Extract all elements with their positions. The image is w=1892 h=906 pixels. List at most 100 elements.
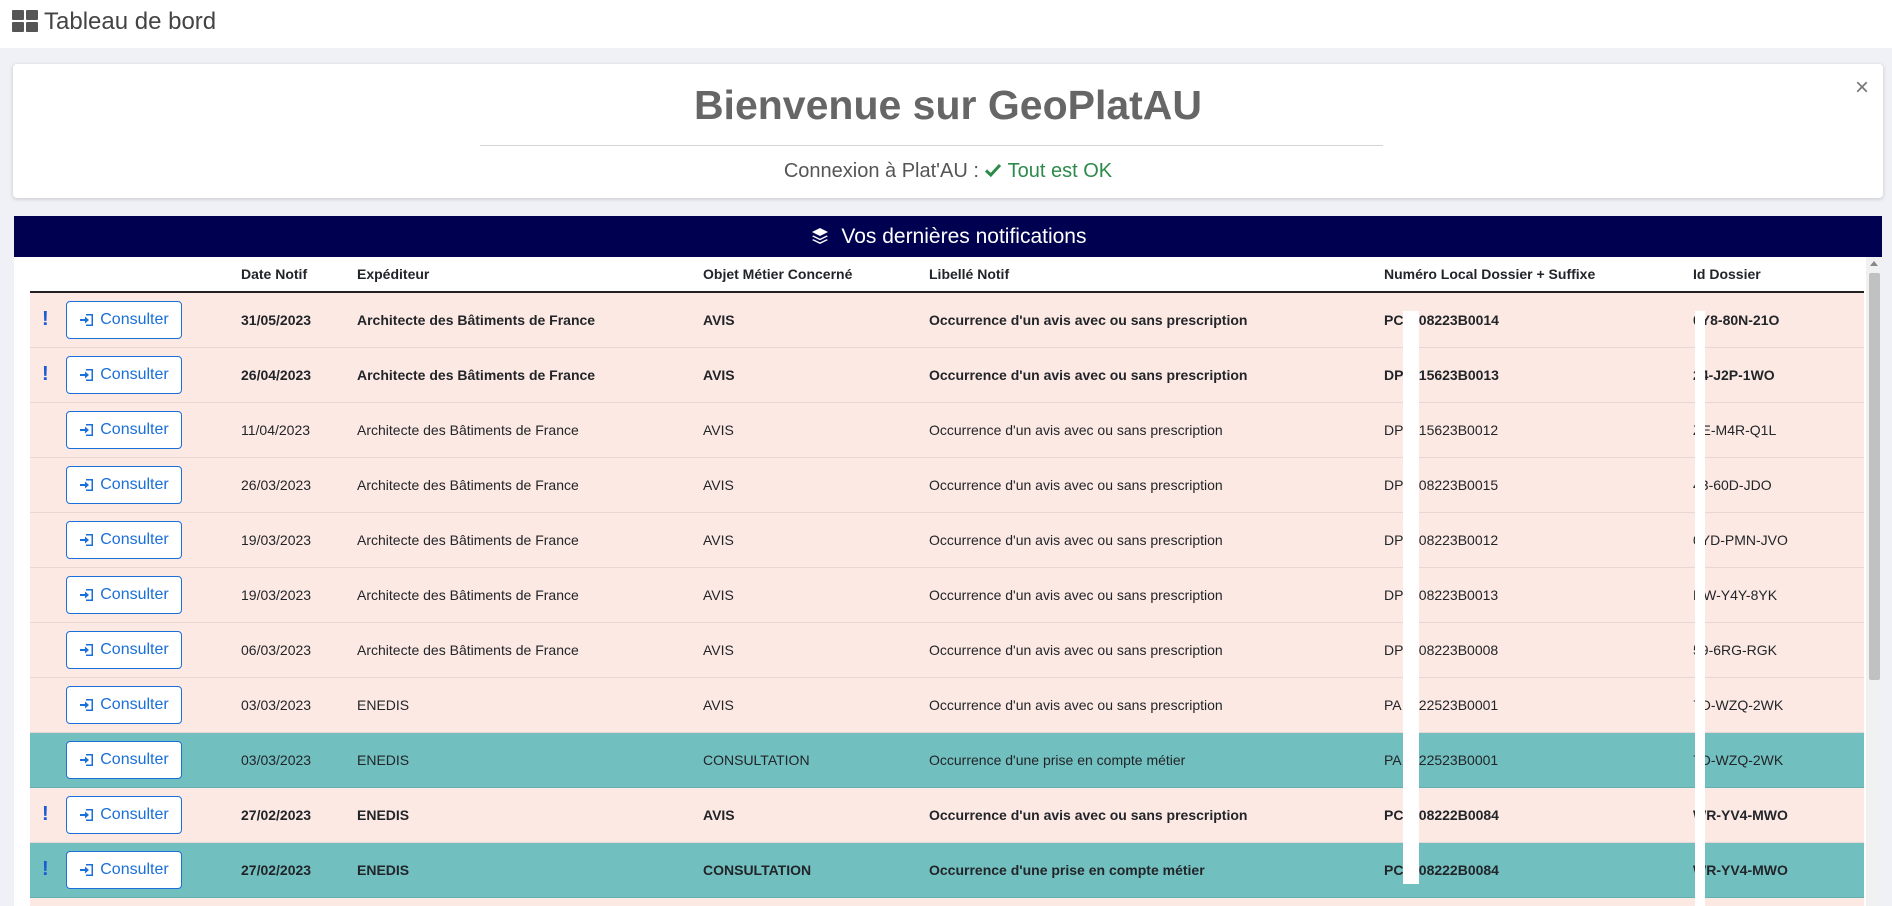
cell-number: 808223B0008 [1411,642,1499,658]
sign-in-icon [80,424,94,436]
table-row[interactable]: Consulter 11/04/2023 Architecte des Bâtime… [30,403,1864,458]
cell-object: AVIS [703,642,734,658]
cell-id: 59-6RG-RGK [1693,642,1778,658]
cell-id: 24-J2P-1WO [1693,367,1775,383]
cell-number-prefix: PA [1384,752,1402,768]
cell-id: WR-YV4-MWO [1693,862,1788,878]
consulter-button[interactable]: Consulter [66,576,182,614]
cell-sender: Architecte des Bâtiments de France [357,477,579,493]
cell-number: 822523B0001 [1411,697,1499,713]
consulter-button[interactable]: Consulter [66,796,182,834]
table-row[interactable]: ! Consulter 31/05/2023 Architecte des Bâtim… [30,293,1864,348]
consulter-label: Consulter [100,861,169,878]
cell-date: 26/04/2023 [241,367,312,383]
sign-in-icon [80,699,94,711]
cell-sender: Architecte des Bâtiments de France [357,422,579,438]
cell-date: 27/02/2023 [241,862,312,878]
table-body: ! Consulter 31/05/2023 Architecte des Bâtim… [30,293,1864,898]
cell-sender: Architecte des Bâtiments de France [357,532,579,548]
table-row[interactable]: ! Consulter 27/02/2023 ENEDIS AVIS Occurrence… [30,788,1864,843]
close-icon[interactable]: × [1855,76,1869,100]
consulter-button[interactable]: Consulter [66,521,182,559]
cell-id: WR-YV4-MWO [1693,807,1788,823]
cell-label: Occurrence d'un avis avec ou sans prescr… [929,422,1223,438]
notifications-table: Date Notif Expéditeur Objet Métier Conce… [14,257,1882,906]
connection-status-text: Tout est OK [1007,160,1113,182]
cell-object: AVIS [703,807,735,823]
col-id[interactable]: Id Dossier [1693,266,1761,282]
connection-status-value: Tout est OK [984,160,1112,182]
col-label[interactable]: Libellé Notif [929,266,1009,282]
cell-object: AVIS [703,587,734,603]
cell-sender: ENEDIS [357,752,410,768]
col-object[interactable]: Objet Métier Concerné [703,266,852,282]
cell-date: 26/03/2023 [241,477,312,493]
cell-label: Occurrence d'un avis avec ou sans prescr… [929,642,1223,658]
cell-object: AVIS [703,532,734,548]
table-row[interactable]: Consulter 26/03/2023 Architecte des Bâtime… [30,458,1864,513]
col-local-number[interactable]: Numéro Local Dossier + Suffixe [1384,266,1595,282]
table-row[interactable] [30,898,1864,906]
consulter-label: Consulter [100,806,169,823]
cell-sender: ENEDIS [357,697,410,713]
consulter-label: Consulter [100,366,169,383]
unread-marker: ! [42,803,49,825]
cell-number: 815623B0012 [1411,422,1499,438]
cell-date: 27/02/2023 [241,807,312,823]
cell-object: CONSULTATION [703,862,812,878]
consulter-button[interactable]: Consulter [66,851,182,889]
cell-number-prefix: DP [1384,587,1404,603]
consulter-button[interactable]: Consulter [66,466,182,504]
cell-sender: Architecte des Bâtiments de France [357,642,579,658]
table-row[interactable]: Consulter 03/03/2023 ENEDIS AVIS Occurrence … [30,678,1864,733]
cell-number: 808223B0012 [1411,532,1499,548]
table-row[interactable]: Consulter 19/03/2023 Architecte des Bâtime… [30,513,1864,568]
consulter-button[interactable]: Consulter [66,411,182,449]
consulter-label: Consulter [100,641,169,658]
cell-object: AVIS [703,367,735,383]
cell-number-prefix: PC [1384,312,1404,328]
table-header: Date Notif Expéditeur Objet Métier Conce… [30,257,1864,293]
col-sender[interactable]: Expéditeur [357,266,429,282]
cell-label: Occurrence d'un avis avec ou sans prescr… [929,697,1223,713]
cell-label: Occurrence d'un avis avec ou sans prescr… [929,532,1223,548]
sign-in-icon [80,369,94,381]
consulter-button[interactable]: Consulter [66,631,182,669]
col-date[interactable]: Date Notif [241,266,307,282]
sign-in-icon [80,479,94,491]
cell-date: 31/05/2023 [241,312,312,328]
table-row[interactable]: Consulter 19/03/2023 Architecte des Bâtime… [30,568,1864,623]
cell-id: 7D-WZQ-2WK [1693,752,1784,768]
scroll-up-icon[interactable] [1870,261,1878,266]
consulter-button[interactable]: Consulter [66,741,182,779]
cell-number: 822523B0001 [1411,752,1499,768]
table-row[interactable]: ! Consulter 26/04/2023 Architecte des Bâtim… [30,348,1864,403]
cell-sender: ENEDIS [357,862,410,878]
notifications-header: Vos dernières notifications [14,216,1882,257]
sign-in-icon [80,534,94,546]
cell-date: 03/03/2023 [241,697,312,713]
consulter-button[interactable]: Consulter [66,686,182,724]
cell-number: 808222B0084 [1411,862,1499,878]
cell-label: Occurrence d'un avis avec ou sans prescr… [929,367,1248,383]
redaction-bar [1403,311,1419,884]
cell-sender: Architecte des Bâtiments de France [357,587,579,603]
cell-object: AVIS [703,312,735,328]
table-row[interactable]: ! Consulter 27/02/2023 ENEDIS CONSULTATION Oc… [30,843,1864,898]
table-row[interactable]: Consulter 06/03/2023 Architecte des Bâtime… [30,623,1864,678]
consulter-button[interactable]: Consulter [66,356,182,394]
cell-number-prefix: PC [1384,807,1404,823]
cell-id: NW-Y4Y-8YK [1693,587,1778,603]
cell-id: ZE-M4R-Q1L [1693,422,1777,438]
sign-in-icon [80,809,94,821]
cell-label: Occurrence d'une prise en compte métier [929,752,1186,768]
vertical-scrollbar[interactable] [1866,257,1882,906]
check-icon [985,163,1002,178]
scrollbar-thumb[interactable] [1869,273,1880,680]
cell-label: Occurrence d'un avis avec ou sans prescr… [929,587,1223,603]
cell-sender: ENEDIS [357,807,410,823]
table-row[interactable]: Consulter 03/03/2023 ENEDIS CONSULTATION Occ… [30,733,1864,788]
grid-dashboard-icon [12,10,38,32]
consulter-label: Consulter [100,311,169,328]
consulter-button[interactable]: Consulter [66,301,182,339]
